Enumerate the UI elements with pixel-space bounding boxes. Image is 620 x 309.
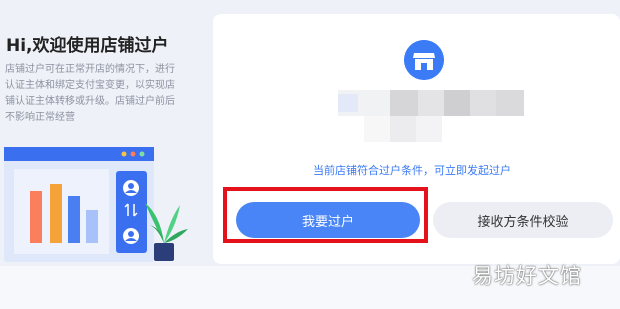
- store-icon: [404, 40, 444, 80]
- recipient-check-button[interactable]: 接收方条件校验: [433, 202, 613, 238]
- user-icon: [123, 228, 139, 244]
- highlight-box: [223, 187, 428, 243]
- intro-description: 店铺过户可在正常开店的情况下，进行认证主体和绑定支付宝变更，以实现店铺认证主体转…: [5, 64, 175, 123]
- user-icon: [123, 180, 139, 196]
- transfer-illustration: [4, 147, 188, 262]
- blurred-store-info: [338, 90, 524, 142]
- eligibility-hint: 当前店铺符合过户条件，可立即发起过户: [313, 164, 511, 177]
- intro-panel: Hi,欢迎使用店铺过户 店铺过户可在正常开店的情况下，进行认证主体和绑定支付宝变…: [0, 0, 205, 309]
- watermark: 易坊好文馆: [472, 264, 582, 288]
- page-title: Hi,欢迎使用店铺过户: [6, 36, 169, 56]
